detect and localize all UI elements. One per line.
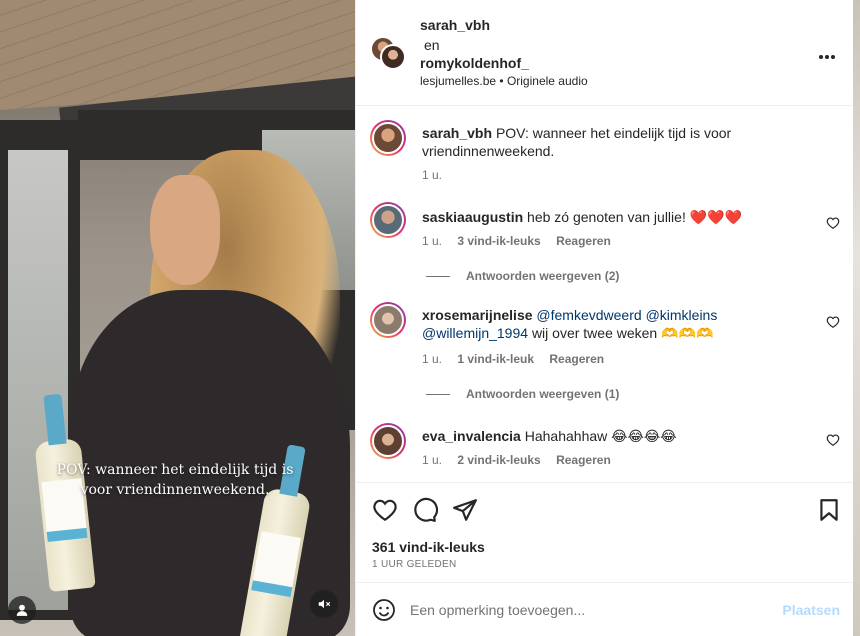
comment-item: xrosemarijnelise @femkevdweerd @kimklein…: [370, 302, 840, 372]
avatar-user2[interactable]: [380, 44, 406, 70]
comment-text: Hahahahhaw 😂😂😂😂: [524, 428, 677, 444]
comment-avatar[interactable]: [370, 423, 406, 459]
post-header: sarah_vbh en romykoldenhof_ lesjumelles.…: [356, 0, 854, 106]
more-options-button[interactable]: [818, 44, 836, 65]
comments-list[interactable]: sarah_vbh POV: wanneer het eindelijk tij…: [356, 107, 854, 481]
comment-text: wij over twee weken 🫶🫶🫶: [531, 325, 714, 341]
comment-avatar[interactable]: [370, 202, 406, 238]
audio-label-link[interactable]: Originele audio: [507, 74, 588, 88]
comment-likes[interactable]: 1 vind-ik-leuk: [457, 352, 534, 366]
comment-bubble-icon[interactable]: [412, 497, 438, 523]
view-replies-label: Antwoorden weergeven (2): [466, 269, 620, 283]
header-joiner: en: [424, 37, 440, 53]
likes-count[interactable]: 361 vind-ik-leuks: [372, 539, 485, 555]
comment-likes[interactable]: 3 vind-ik-leuks: [457, 234, 540, 248]
audio-source-link[interactable]: lesjumelles.be: [420, 74, 496, 88]
tagged-users-button[interactable]: [8, 596, 36, 624]
speaker-muted-icon: [318, 599, 331, 609]
emoji-icon[interactable]: [372, 598, 396, 622]
post-timestamp: 1 UUR GELEDEN: [372, 559, 457, 570]
caption-time: 1 u.: [422, 168, 443, 182]
caption-item: sarah_vbh POV: wanneer het eindelijk tij…: [370, 120, 840, 190]
background-edge: [853, 0, 860, 636]
mute-button[interactable]: [310, 590, 338, 618]
reply-button[interactable]: Reageren: [556, 453, 611, 467]
bookmark-icon[interactable]: [816, 497, 842, 523]
caption-username[interactable]: sarah_vbh: [422, 125, 492, 141]
heart-icon[interactable]: [826, 433, 840, 447]
post-comment-button[interactable]: Plaatsen: [782, 602, 840, 618]
heart-icon[interactable]: [826, 315, 840, 329]
video-player[interactable]: POV: wanneer het eindelijk tijd is voor …: [0, 0, 355, 636]
share-send-icon[interactable]: [452, 497, 478, 523]
view-replies-label: Antwoorden weergeven (1): [466, 387, 620, 401]
comment-username[interactable]: xrosemarijnelise: [422, 307, 533, 323]
video-overlay-text: POV: wanneer het eindelijk tijd is voor …: [56, 462, 294, 498]
view-replies-button[interactable]: Antwoorden weergeven (2): [426, 269, 619, 283]
post-panel: sarah_vbh en romykoldenhof_ lesjumelles.…: [355, 0, 854, 636]
comment-input[interactable]: [410, 597, 770, 623]
comment-time: 1 u.: [422, 352, 443, 366]
comment-text: heb zó genoten van jullie! ❤️❤️❤️: [527, 209, 743, 225]
reply-button[interactable]: Reageren: [556, 234, 611, 248]
caption-avatar[interactable]: [370, 120, 406, 156]
reply-button[interactable]: Reageren: [549, 352, 604, 366]
comment-time: 1 u.: [422, 234, 443, 248]
comment-username[interactable]: saskiaaugustin: [422, 209, 523, 225]
comment-likes[interactable]: 2 vind-ik-leuks: [457, 453, 540, 467]
heart-icon[interactable]: [826, 216, 840, 230]
comment-composer: Plaatsen: [356, 582, 854, 636]
header-separator: •: [499, 74, 504, 88]
header-user1-link[interactable]: sarah_vbh: [420, 17, 490, 33]
mention-link[interactable]: @femkevdweerd: [536, 307, 641, 323]
user-icon: [16, 604, 28, 616]
video-person-face: [150, 175, 220, 285]
action-bar: 361 vind-ik-leuks 1 UUR GELEDEN: [356, 482, 854, 582]
mention-link[interactable]: @kimkleins: [646, 307, 718, 323]
comment-item: saskiaaugustin heb zó genoten van jullie…: [370, 202, 840, 262]
view-replies-button[interactable]: Antwoorden weergeven (1): [426, 387, 619, 401]
comment-item: eva_invalencia Hahahahhaw 😂😂😂😂 1 u. 2 vi…: [370, 423, 840, 481]
comment-avatar[interactable]: [370, 302, 406, 338]
comment-username[interactable]: eva_invalencia: [422, 428, 521, 444]
mention-link[interactable]: @willemijn_1994: [422, 325, 528, 341]
comment-time: 1 u.: [422, 453, 443, 467]
collab-avatars[interactable]: [370, 36, 410, 72]
header-user2-link[interactable]: romykoldenhof_: [420, 55, 529, 71]
more-icon: [819, 55, 835, 59]
like-heart-icon[interactable]: [372, 497, 398, 523]
